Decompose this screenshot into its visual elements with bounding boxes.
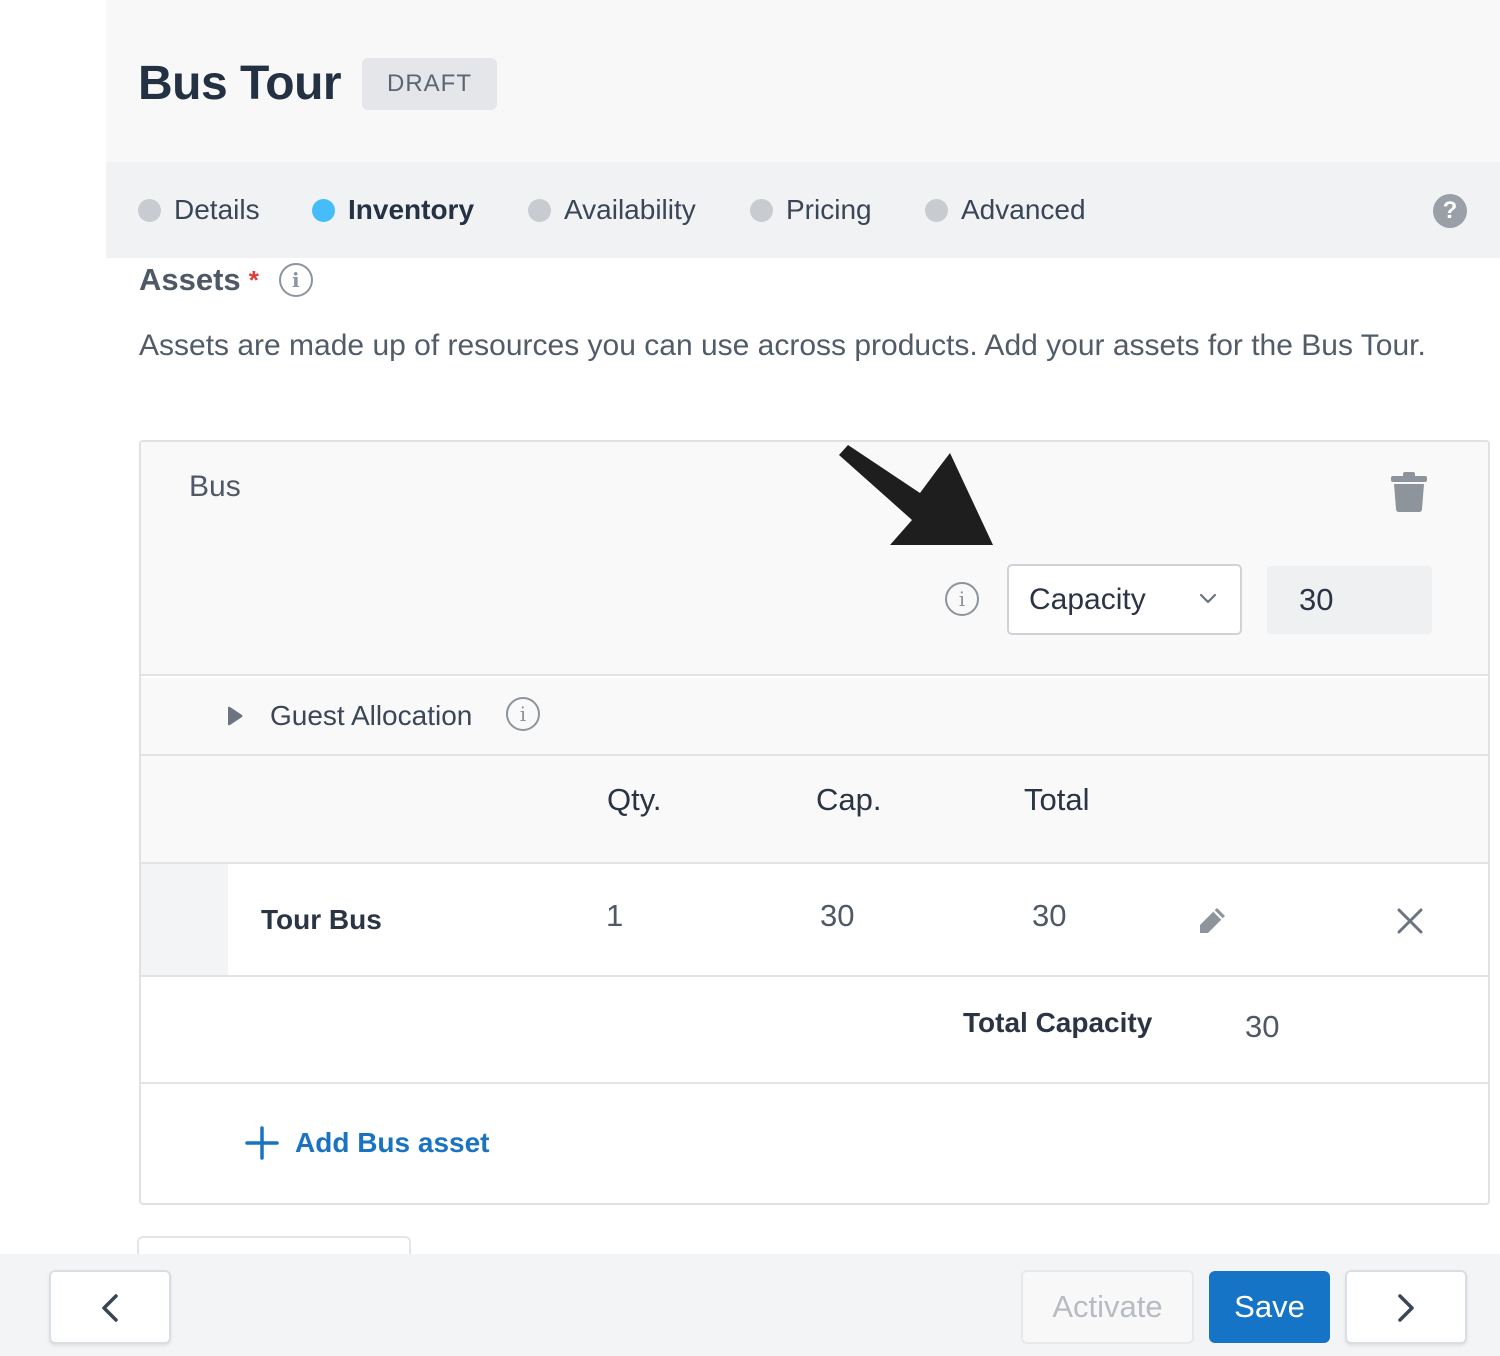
plus-icon <box>245 1126 279 1160</box>
save-button[interactable]: Save <box>1209 1271 1330 1343</box>
tab-inventory[interactable]: Inventory <box>312 192 474 228</box>
caret-right-icon[interactable] <box>227 706 243 726</box>
row-cap: 30 <box>820 898 855 933</box>
info-icon[interactable]: i <box>506 697 540 731</box>
add-asset-label: Add Bus asset <box>295 1127 490 1158</box>
trash-icon[interactable] <box>1391 472 1427 512</box>
assets-description: Assets are made up of resources you can … <box>139 329 1426 362</box>
tab-details[interactable]: Details <box>138 192 260 228</box>
step-dot <box>528 198 551 222</box>
chevron-left-icon <box>102 1294 118 1322</box>
asset-card-header: Bus i Capacity 30 <box>141 442 1488 676</box>
asset-name: Bus <box>189 470 241 503</box>
info-icon[interactable]: i <box>945 582 979 616</box>
row-name: Tour Bus <box>261 904 382 935</box>
tab-pricing[interactable]: Pricing <box>750 192 872 228</box>
assets-heading: Assets * i <box>139 262 313 298</box>
info-icon[interactable]: i <box>278 263 313 297</box>
chevron-down-icon <box>1199 593 1217 604</box>
page-title: Bus Tour <box>138 57 342 110</box>
guest-allocation-label[interactable]: Guest Allocation <box>270 700 472 732</box>
column-header-qty: Qty. <box>607 782 662 817</box>
tab-label: Details <box>174 194 260 225</box>
total-capacity-value: 30 <box>1245 1009 1280 1044</box>
back-button[interactable] <box>49 1270 171 1344</box>
page-header: Bus Tour DRAFT <box>106 0 1500 162</box>
next-button[interactable] <box>1345 1270 1467 1344</box>
required-marker: * <box>248 264 259 295</box>
activate-button[interactable]: Activate <box>1021 1270 1194 1344</box>
guest-allocation-row: Guest Allocation i <box>141 678 1488 756</box>
annotation-arrow-icon <box>839 445 993 545</box>
assets-title: Assets <box>139 262 241 297</box>
row-qty: 1 <box>606 898 624 933</box>
capacity-input[interactable]: 30 <box>1267 566 1432 634</box>
tab-availability[interactable]: Availability <box>528 192 696 228</box>
tab-label: Advanced <box>961 194 1086 225</box>
table-row: Tour Bus 1 30 30 <box>141 864 1488 977</box>
row-handle <box>141 864 228 975</box>
status-badge: DRAFT <box>362 58 497 110</box>
step-dot <box>925 198 948 222</box>
asset-card-bus: Bus i Capacity 30 Guest Allocation i Qty… <box>139 440 1490 1205</box>
column-header-total: Total <box>1024 782 1090 817</box>
tab-label: Inventory <box>348 194 475 225</box>
select-value: Capacity <box>1029 583 1146 616</box>
total-capacity-label: Total Capacity <box>963 1007 1153 1038</box>
close-icon[interactable] <box>1397 908 1423 934</box>
step-dot <box>138 198 161 222</box>
step-tabs: Details Inventory Availability Pricing A… <box>106 162 1500 258</box>
pencil-icon[interactable] <box>1197 906 1227 936</box>
tab-label: Availability <box>564 194 696 225</box>
column-header-cap: Cap. <box>816 782 882 817</box>
chevron-right-icon <box>1398 1294 1414 1322</box>
step-dot <box>750 198 773 222</box>
question-circle-icon[interactable]: ? <box>1433 194 1467 228</box>
step-dot <box>312 198 335 222</box>
total-capacity-row: Total Capacity 30 <box>141 977 1488 1084</box>
table-header: Qty. Cap. Total <box>141 756 1488 864</box>
add-asset-button[interactable]: Add Bus asset <box>245 1126 490 1160</box>
row-total: 30 <box>1032 898 1067 933</box>
footer-bar: Activate Save <box>0 1254 1500 1356</box>
asset-mode-select[interactable]: Capacity <box>1007 564 1242 635</box>
tab-advanced[interactable]: Advanced <box>925 192 1086 228</box>
tab-label: Pricing <box>786 194 872 225</box>
